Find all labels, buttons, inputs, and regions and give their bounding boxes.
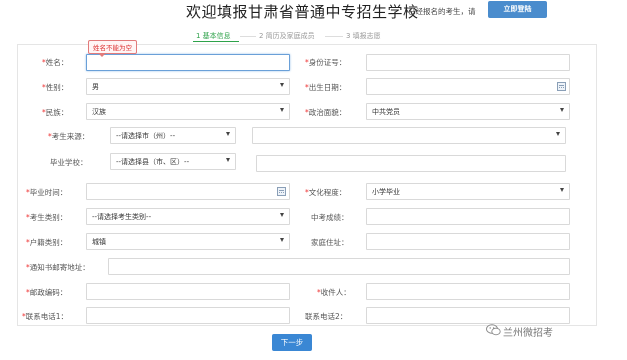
step-divider	[240, 36, 256, 37]
chevron-down-icon	[280, 238, 284, 242]
ethnicity-select[interactable]: 汉族	[86, 103, 290, 120]
origin-city-select[interactable]: --请选择市（州）--	[110, 127, 236, 144]
wechat-icon	[486, 324, 501, 336]
education-level-label: *文化程度：	[305, 188, 347, 197]
postal-code-label: *邮政编码：	[26, 288, 68, 297]
chevron-down-icon	[560, 108, 564, 112]
name-label: *姓名：	[42, 58, 69, 67]
step-preferences: 3 填报志愿	[346, 32, 381, 40]
political-status-select[interactable]: 中共党员	[366, 103, 570, 120]
chevron-down-icon	[556, 132, 560, 136]
phone1-input[interactable]	[86, 307, 290, 324]
graduate-county-select[interactable]: --请选择县（市、区）--	[110, 153, 236, 170]
recipient-label: *收件人：	[317, 288, 351, 297]
graduation-time-input[interactable]	[86, 183, 290, 200]
birth-date-input[interactable]	[366, 78, 570, 95]
household-type-select[interactable]: 城镇	[86, 233, 290, 250]
birth-date-label: *出生日期：	[305, 83, 347, 92]
notice-address-label: *通知书邮寄地址：	[26, 263, 90, 272]
name-input[interactable]	[86, 54, 290, 71]
education-level-select[interactable]: 小学毕业	[366, 183, 570, 200]
ethnicity-label: *民族：	[42, 108, 69, 117]
phone2-label: 联系电话2：	[305, 312, 348, 321]
gender-label: *性别：	[42, 83, 69, 92]
exam-score-input[interactable]	[366, 208, 570, 225]
candidate-type-label: *考生类别：	[26, 213, 68, 222]
candidate-type-select[interactable]: --请选择考生类别--	[86, 208, 290, 225]
notice-address-input[interactable]	[108, 258, 570, 275]
graduate-school-label: 毕业学校：	[50, 158, 88, 167]
chevron-down-icon	[226, 132, 230, 136]
calendar-icon[interactable]	[557, 82, 566, 91]
origin-detail-select[interactable]	[252, 127, 566, 144]
id-number-label: *身份证号：	[305, 58, 347, 67]
name-error-tooltip: 姓名不能为空	[88, 40, 137, 57]
login-hint: 已经报名的考生，请	[408, 7, 476, 16]
graduation-time-label: *毕业时间：	[26, 188, 68, 197]
postal-code-input[interactable]	[86, 283, 290, 300]
origin-label: *考生来源：	[48, 132, 90, 141]
chevron-down-icon	[280, 213, 284, 217]
chevron-down-icon	[280, 83, 284, 87]
political-status-label: *政治面貌：	[305, 108, 347, 117]
id-number-input[interactable]	[366, 54, 570, 71]
household-type-label: *户籍类别：	[26, 238, 68, 247]
graduate-school-input[interactable]	[256, 155, 566, 172]
home-address-input[interactable]	[366, 233, 570, 250]
active-step-underline	[193, 41, 239, 42]
chevron-down-icon	[226, 158, 230, 162]
step-divider	[325, 36, 343, 37]
watermark-text: 兰州微招考	[503, 328, 553, 339]
page-title: 欢迎填报甘肃省普通中专招生学校	[186, 3, 419, 21]
home-address-label: 家庭住址：	[311, 238, 349, 247]
chevron-down-icon	[560, 188, 564, 192]
step-resume-family: 2 简历及家庭成员	[259, 32, 315, 40]
recipient-input[interactable]	[366, 283, 570, 300]
exam-score-label: 中考成绩：	[311, 213, 349, 222]
next-step-button[interactable]: 下一步	[272, 334, 312, 351]
gender-select[interactable]: 男	[86, 78, 290, 95]
login-button[interactable]: 立即登陆	[488, 1, 547, 18]
phone2-input[interactable]	[366, 307, 570, 324]
calendar-icon[interactable]	[277, 187, 286, 196]
step-basic-info: 1 基本信息	[196, 32, 231, 40]
chevron-down-icon	[280, 108, 284, 112]
phone1-label: *联系电话1：	[22, 312, 69, 321]
